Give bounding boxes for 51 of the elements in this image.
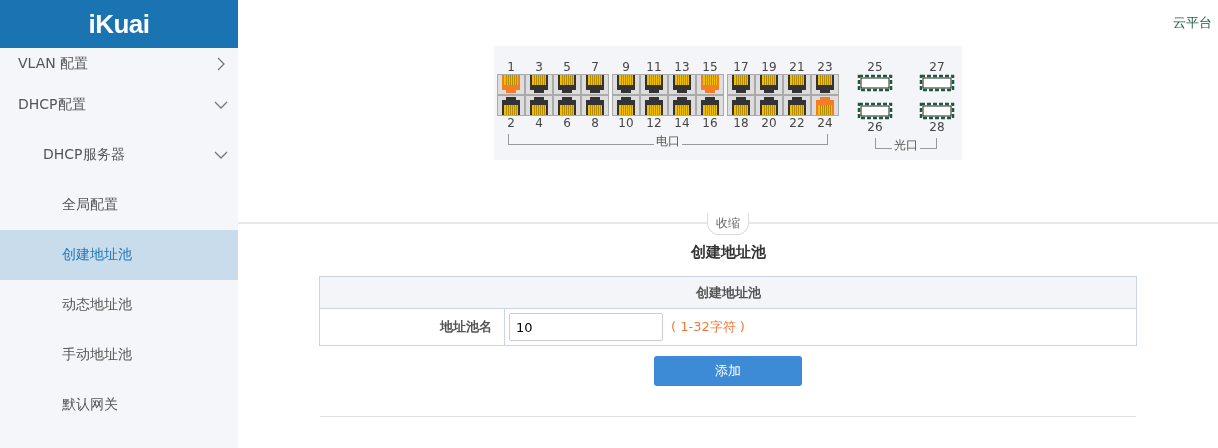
table-header: 创建地址池 (695, 283, 761, 302)
port-number: 15 (702, 60, 718, 74)
optical-port-icon (919, 102, 955, 120)
group-label: 光口 (892, 138, 920, 152)
field-hint: ( 1-32字符 ) (671, 318, 745, 336)
sidebar-item[interactable]: 全局配置 (0, 180, 238, 230)
port-number: 25 (867, 60, 883, 74)
port-number: 5 (563, 60, 571, 74)
port-number: 17 (733, 60, 749, 74)
add-button[interactable]: 添加 (654, 356, 802, 386)
port-number: 20 (761, 116, 777, 130)
sidebar-item[interactable]: VLAN 配置 (0, 48, 238, 80)
port-number: 23 (817, 60, 833, 74)
port-number: 13 (674, 60, 690, 74)
port-number: 14 (674, 116, 690, 130)
cloud-platform-link[interactable]: 云平台 (1173, 15, 1212, 30)
sidebar-item[interactable]: 创建地址池 (0, 230, 238, 280)
port-number: 8 (591, 116, 599, 130)
sidebar-item[interactable]: DHCP配置 (0, 80, 238, 130)
port-number: 9 (622, 60, 630, 74)
group-label: 电口 (654, 134, 682, 148)
port-number: 21 (789, 60, 805, 74)
port-number: 3 (535, 60, 543, 74)
port-number: 10 (618, 116, 634, 130)
port-number: 19 (761, 60, 777, 74)
sidebar-item[interactable]: 动态地址池 (0, 280, 238, 330)
field-label: 地址池名 (440, 318, 492, 336)
port-number: 7 (591, 60, 599, 74)
port-number: 2 (507, 116, 515, 130)
sidebar-item[interactable]: DHCP服务器 (0, 130, 238, 180)
port-number: 24 (817, 116, 833, 130)
page-title: 创建地址池 (690, 243, 766, 262)
optical-port-icon (919, 74, 955, 92)
optical-port-icon (857, 74, 893, 92)
collapse-button[interactable]: 收缩 (707, 213, 749, 235)
optical-port-icon (857, 102, 893, 120)
port-number: 12 (646, 116, 662, 130)
port-number: 26 (867, 120, 883, 134)
port-number: 11 (646, 60, 662, 74)
port-number: 28 (929, 120, 945, 134)
port-number: 18 (733, 116, 749, 130)
port-number: 6 (563, 116, 571, 130)
logo: iKuai (88, 8, 150, 40)
sidebar-item[interactable]: 默认网关 (0, 380, 238, 430)
input-field[interactable]: 10 (509, 313, 663, 341)
port-number: 22 (789, 116, 805, 130)
port-number: 16 (702, 116, 718, 130)
port-number: 4 (535, 116, 543, 130)
sidebar-item[interactable]: 手动地址池 (0, 330, 238, 380)
port-number: 1 (507, 60, 515, 74)
port-number: 27 (929, 60, 945, 74)
